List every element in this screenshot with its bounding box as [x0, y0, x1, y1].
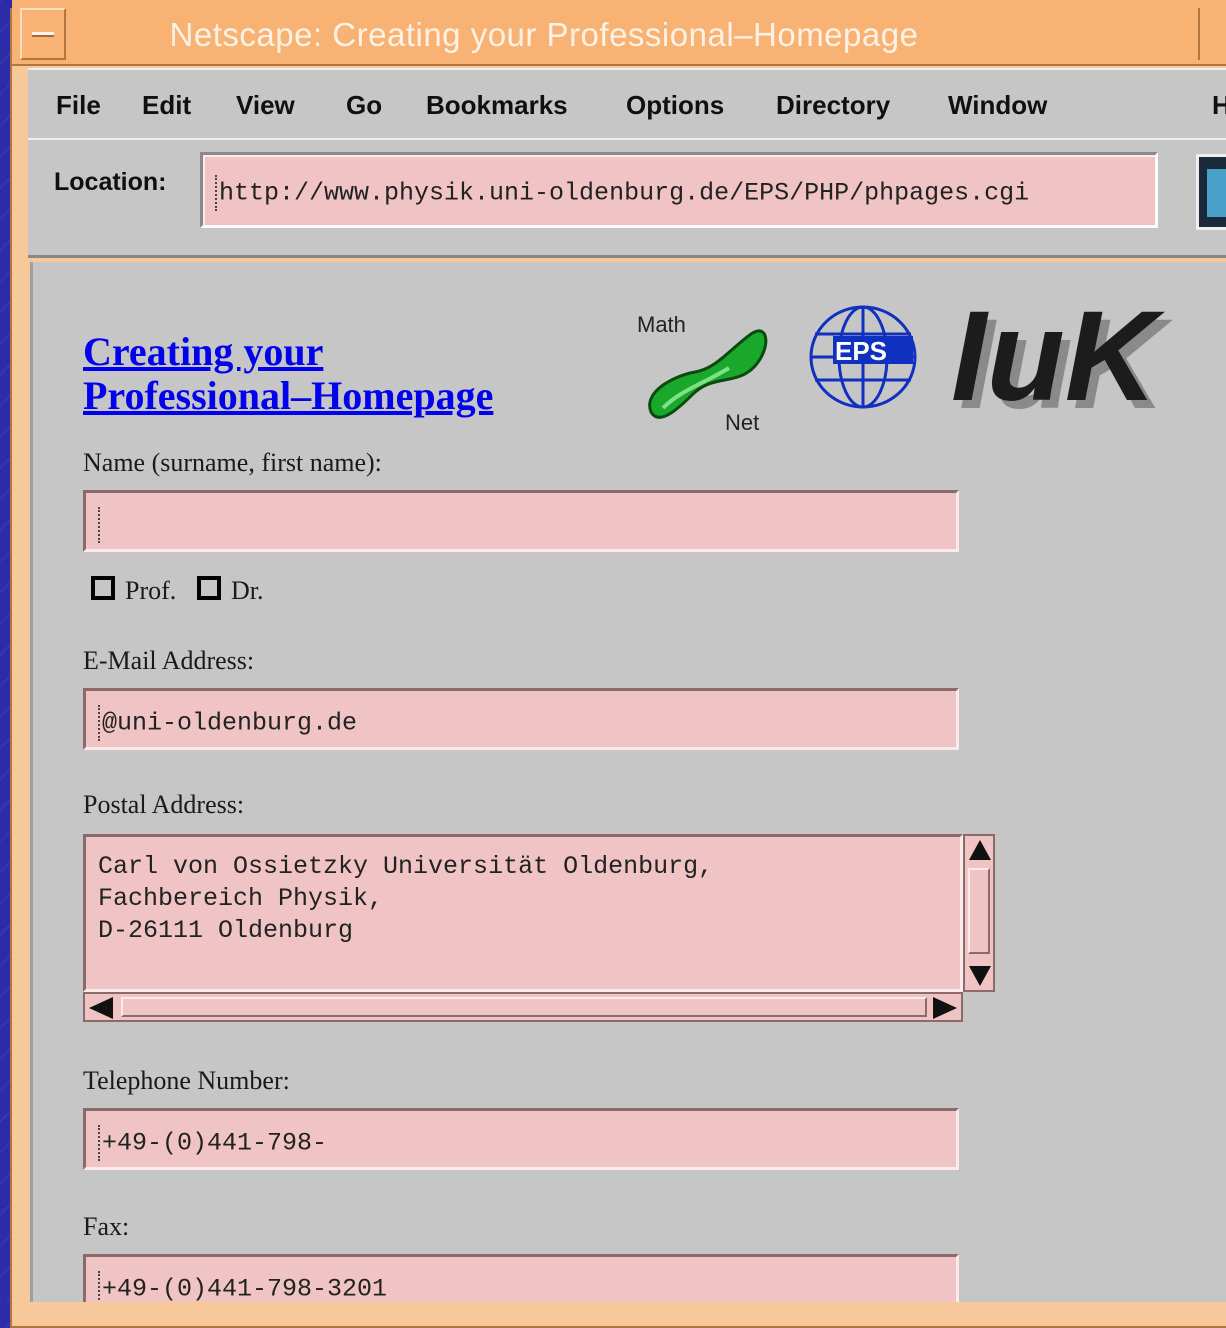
minimize-button[interactable]: [1198, 8, 1226, 60]
scroll-right-icon[interactable]: [933, 997, 957, 1019]
menu-directory[interactable]: Directory: [776, 90, 890, 121]
netscape-logo-icon[interactable]: [1196, 154, 1226, 230]
postal-address-textarea[interactable]: Carl von Ossietzky Universität Oldenburg…: [83, 834, 963, 992]
email-input[interactable]: @uni-oldenburg.de: [83, 688, 959, 750]
email-value: @uni-oldenburg.de: [102, 708, 358, 738]
text-cursor: [98, 507, 104, 543]
scroll-thumb-vertical[interactable]: [968, 868, 990, 954]
location-label: Location:: [54, 168, 167, 196]
page-title-link[interactable]: Creating your Professional–Homepage: [83, 330, 493, 418]
postal-label: Postal Address:: [83, 790, 245, 819]
window-title: Netscape: Creating your Professional–Hom…: [169, 16, 919, 53]
eps-logo-text: EPS: [835, 336, 887, 366]
mathnet-logo: Math Net: [637, 312, 768, 434]
iuk-logo-text: IuK: [951, 292, 1166, 422]
location-input[interactable]: http://www.physik.uni-oldenburg.de/EPS/P…: [200, 152, 1158, 228]
fax-value: +49-(0)441-798-3201: [102, 1274, 388, 1302]
iuk-logo: IuK IuK: [951, 292, 1174, 422]
postal-horizontal-scrollbar[interactable]: [83, 992, 963, 1022]
mathnet-logo-top-text: Math: [637, 312, 686, 337]
telephone-input[interactable]: +49-(0)441-798-: [83, 1108, 959, 1170]
menu-file[interactable]: File: [56, 90, 101, 121]
email-label: E-Mail Address:: [83, 646, 255, 675]
menu-edit[interactable]: Edit: [142, 90, 191, 121]
menu-go[interactable]: Go: [346, 90, 382, 121]
menu-bookmarks[interactable]: Bookmarks: [426, 90, 568, 121]
page-title-line2: Professional–Homepage: [83, 373, 494, 418]
location-bar: Location: http://www.physik.uni-oldenbur…: [28, 138, 1226, 244]
toolbar-separator: [28, 244, 1226, 258]
eps-logo: EPS: [809, 305, 917, 409]
name-input[interactable]: [83, 490, 959, 552]
netscape-logo-icon-glyph: [1207, 169, 1226, 217]
prof-checkbox-label: Prof.: [125, 576, 177, 605]
fax-input[interactable]: +49-(0)441-798-3201: [83, 1254, 959, 1302]
scroll-left-icon[interactable]: [89, 997, 113, 1019]
fax-label: Fax:: [83, 1212, 130, 1241]
menu-help[interactable]: H: [1212, 90, 1226, 121]
dr-checkbox[interactable]: [197, 576, 221, 600]
menu-window[interactable]: Window: [948, 90, 1047, 121]
postal-vertical-scrollbar[interactable]: [963, 834, 995, 992]
page-content[interactable]: Creating your Professional–Homepage Math…: [30, 262, 1226, 1302]
scroll-down-icon[interactable]: [969, 966, 991, 986]
menu-options[interactable]: Options: [626, 90, 724, 121]
mathnet-logo-bottom-text: Net: [725, 410, 759, 434]
menu-bar: File Edit View Go Bookmarks Options Dire…: [28, 68, 1226, 138]
prof-checkbox[interactable]: [91, 576, 115, 600]
dr-checkbox-label: Dr.: [231, 576, 264, 605]
scroll-up-icon[interactable]: [969, 840, 991, 860]
title-bar[interactable]: Netscape: Creating your Professional–Hom…: [12, 0, 1226, 66]
page-title-line1: Creating your: [83, 329, 324, 374]
location-url: http://www.physik.uni-oldenburg.de/EPS/P…: [219, 178, 1030, 208]
postal-value: Carl von Ossietzky Universität Oldenburg…: [98, 852, 714, 945]
menu-view[interactable]: View: [236, 90, 295, 121]
scroll-thumb-horizontal[interactable]: [121, 997, 927, 1017]
telephone-label: Telephone Number:: [83, 1066, 290, 1095]
telephone-value: +49-(0)441-798-: [102, 1128, 328, 1158]
name-label: Name (surname, first name):: [83, 448, 382, 477]
